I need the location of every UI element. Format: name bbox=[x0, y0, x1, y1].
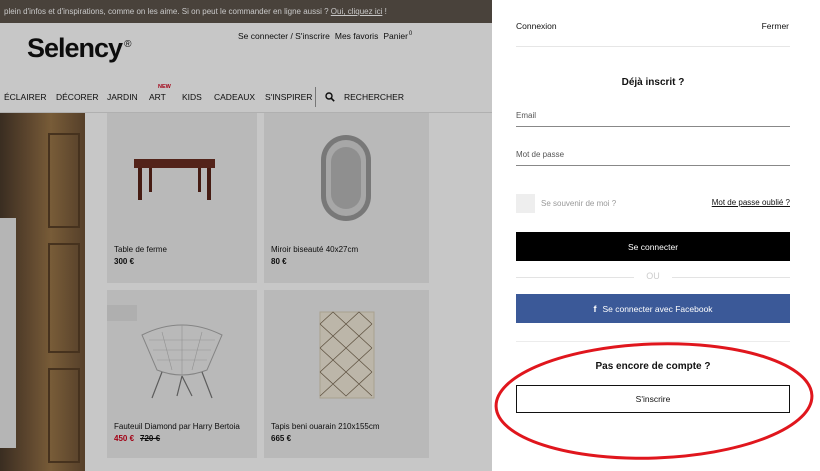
panel-header-divider bbox=[516, 46, 790, 47]
already-registered-heading: Déjà inscrit ? bbox=[621, 77, 685, 88]
close-button[interactable]: Fermer bbox=[762, 21, 789, 31]
section-divider bbox=[516, 341, 790, 342]
modal-backdrop[interactable] bbox=[0, 0, 492, 471]
or-divider: OU bbox=[516, 270, 790, 284]
password-field[interactable] bbox=[516, 144, 790, 166]
remember-me-checkbox[interactable] bbox=[516, 194, 535, 213]
background-page: plein d'infos et d'inspirations, comme o… bbox=[0, 0, 492, 471]
email-field[interactable] bbox=[516, 105, 790, 127]
panel-title: Connexion bbox=[516, 21, 557, 31]
signup-button[interactable]: S'inscrire bbox=[516, 385, 790, 413]
no-account-heading: Pas encore de compte ? bbox=[595, 361, 711, 372]
login-panel: Connexion Fermer Déjà inscrit ? Se souve… bbox=[492, 0, 820, 471]
remember-me[interactable]: Se souvenir de moi ? bbox=[516, 194, 616, 213]
remember-me-label: Se souvenir de moi ? bbox=[541, 199, 617, 208]
forgot-password-link[interactable]: Mot de passe oublié ? bbox=[712, 198, 790, 207]
facebook-icon: f bbox=[593, 303, 597, 314]
or-label: OU bbox=[646, 271, 660, 281]
facebook-login-button[interactable]: f Se connecter avec Facebook bbox=[516, 294, 790, 323]
facebook-login-label: Se connecter avec Facebook bbox=[602, 303, 713, 314]
login-button[interactable]: Se connecter bbox=[516, 232, 790, 261]
